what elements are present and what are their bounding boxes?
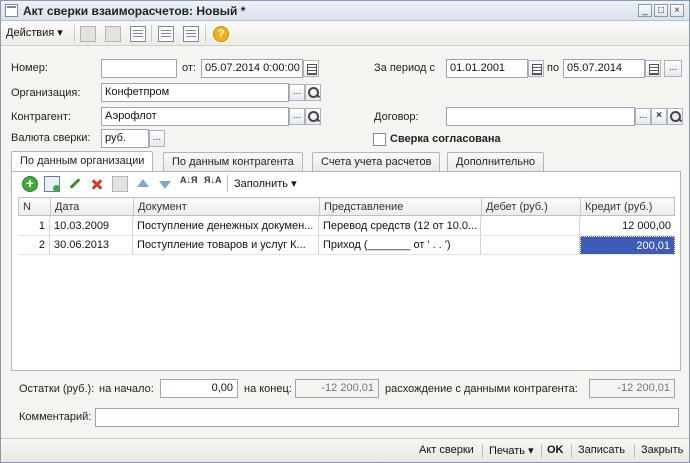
window-icon [5,4,18,17]
help-icon[interactable]: ? [213,26,229,42]
cell-credit-selected[interactable]: 200,01 [580,236,675,255]
agreed-checkbox[interactable] [373,133,386,146]
move-up-icon[interactable] [135,176,151,192]
date-field[interactable]: 05.07.2014 0:00:00 [201,59,303,78]
balances-label: Остатки (руб.): [19,383,95,395]
fill-menu[interactable]: Заполнить ▾ [234,177,297,190]
disabled-icon [112,176,128,192]
contract-field[interactable] [446,107,635,126]
document-window: Акт сверки взаиморасчетов: Новый * _ □ ×… [0,0,690,463]
column-header-date[interactable]: Дата [51,198,134,217]
comment-field[interactable] [95,408,679,427]
table-row[interactable]: 2 30.06.2013 Поступление товаров и услуг… [18,236,675,255]
contractor-field[interactable]: Аэрофлот [101,107,289,126]
search-icon[interactable] [305,84,321,101]
table-toolbar: А↓Я Я↓А Заполнить ▾ [12,172,680,196]
cell-document: Поступление денежных докумен... [133,217,319,236]
cell-document: Поступление товаров и услуг К... [133,236,319,255]
disabled-icon [105,26,121,42]
currency-select-button[interactable]: ... [149,130,165,147]
contractor-label: Контрагент: [11,111,71,123]
main-toolbar: Действия ▾ ? [1,22,689,46]
print-menu[interactable]: Печать ▾ [489,444,534,457]
add-row-icon[interactable] [22,175,38,192]
currency-label: Валюта сверки: [11,132,91,144]
table-row[interactable]: 1 10.03.2009 Поступление денежных докуме… [18,217,675,236]
sort-descending-icon[interactable]: Я↓А [204,176,221,192]
contract-label: Договор: [374,111,419,123]
number-label: Номер: [11,62,48,74]
end-balance-field: -12 200,01 [295,379,379,398]
search-icon[interactable] [667,108,683,125]
copy-row-icon[interactable] [44,176,60,192]
title-bar: Акт сверки взаиморасчетов: Новый * _ □ × [1,1,689,21]
column-header-credit[interactable]: Кредит (руб.) [581,198,676,217]
cell-date: 30.06.2013 [50,236,133,255]
period-select-button[interactable]: ... [664,60,682,77]
cell-debit [481,236,580,255]
disabled-icon [80,26,96,42]
cell-representation: Приход (_______ от ' . . ') [319,236,481,255]
period-label: За период с [374,62,436,74]
cell-n: 2 [18,236,50,255]
end-balance-label: на конец: [244,383,292,395]
delete-icon[interactable] [89,176,105,192]
minimize-button[interactable]: _ [638,4,652,17]
period-end-field[interactable]: 05.07.2014 [563,59,645,78]
clear-icon[interactable]: × [651,108,667,125]
column-header-n[interactable]: N [19,198,51,217]
tab-contractor-data[interactable]: По данным контрагента [163,152,303,172]
start-balance-field[interactable]: 0,00 [160,379,238,398]
table-header: N Дата Документ Представление Дебет (руб… [18,197,676,217]
organization-field[interactable]: Конфетпром [101,83,289,102]
contract-select-button[interactable]: ... [635,108,651,125]
tab-organization-data[interactable]: По данным организации [11,151,154,172]
edit-icon[interactable] [66,176,82,192]
period-start-field[interactable]: 01.01.2001 [446,59,528,78]
cell-debit [481,217,580,236]
cell-credit: 12 000,00 [580,217,675,236]
organization-select-button[interactable]: ... [289,84,305,101]
footer-bar: Акт сверки Печать ▾ OK Записать Закрыть [1,438,689,462]
document-icon[interactable] [158,26,174,42]
sort-ascending-icon[interactable]: А↓Я [180,176,197,192]
ok-button[interactable]: OK [547,444,564,456]
cell-representation: Перевод средств (12 от 10.0... [319,217,481,236]
period-to-label: по [547,62,560,74]
agreed-label: Сверка согласована [390,133,501,145]
window-title: Акт сверки взаиморасчетов: Новый * [23,4,246,18]
cell-n: 1 [18,217,50,236]
start-balance-label: на начало: [99,383,154,395]
calendar-icon[interactable] [645,60,661,77]
maximize-button[interactable]: □ [654,4,668,17]
currency-field[interactable]: руб. [101,129,149,148]
column-header-document[interactable]: Документ [134,198,320,217]
number-field[interactable] [101,59,177,78]
search-icon[interactable] [305,108,321,125]
actions-menu[interactable]: Действия ▾ [6,25,63,42]
calendar-icon[interactable] [303,60,319,77]
from-label: от: [182,62,196,74]
organization-label: Организация: [11,87,81,99]
list-icon[interactable] [183,26,199,42]
tab-additional[interactable]: Дополнительно [447,152,545,172]
comment-label: Комментарий: [19,411,92,423]
act-report-button[interactable]: Акт сверки [419,444,474,456]
tab-panel: А↓Я Я↓А Заполнить ▾ N Дата Документ Пред… [11,171,681,371]
save-button[interactable]: Записать [578,444,625,456]
tab-accounts[interactable]: Счета учета расчетов [312,152,441,172]
difference-field: -12 200,01 [589,379,675,398]
difference-label: расхождение с данными контрагента: [385,383,578,395]
cell-date: 10.03.2009 [50,217,133,236]
close-form-button[interactable]: Закрыть [641,444,683,456]
move-down-icon[interactable] [157,176,173,192]
refresh-icon[interactable] [130,26,146,42]
column-header-debit[interactable]: Дебет (руб.) [482,198,581,217]
contractor-select-button[interactable]: ... [289,108,305,125]
calendar-icon[interactable] [528,60,544,77]
column-header-representation[interactable]: Представление [320,198,482,217]
close-button[interactable]: × [670,4,684,17]
